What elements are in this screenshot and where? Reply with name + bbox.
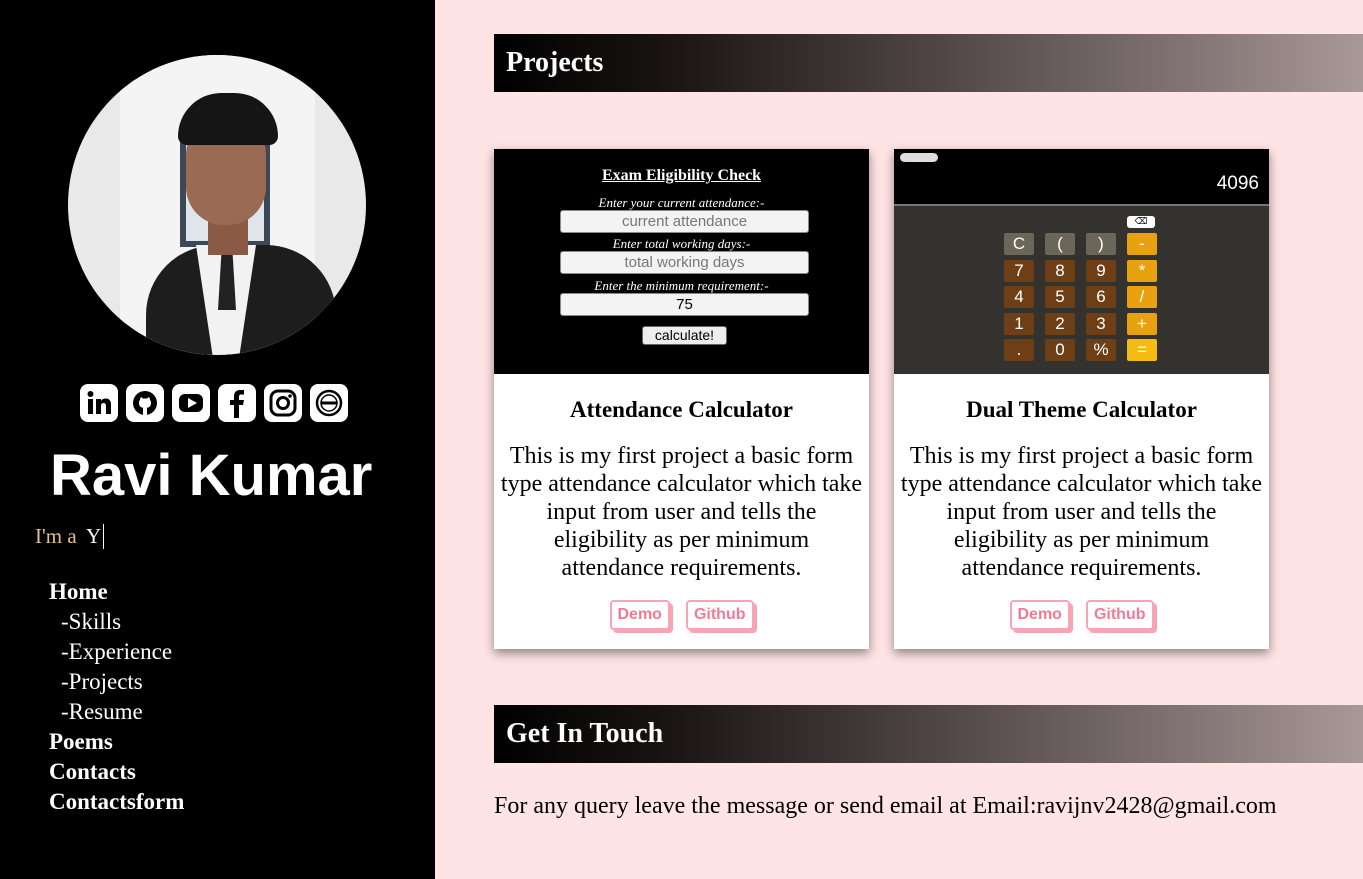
nav-item-skills[interactable]: -Skills	[49, 607, 184, 637]
calc-key: *	[1127, 259, 1157, 282]
project-actions: Demo Github	[494, 600, 869, 630]
calc-key: 2	[1045, 312, 1075, 335]
calc-key: C	[1004, 233, 1034, 255]
calc-key: /	[1127, 286, 1157, 308]
nav-item-poems[interactable]: Poems	[49, 727, 184, 757]
calc-key: 4	[1004, 286, 1034, 308]
calc-key: 3	[1086, 312, 1116, 335]
calc-display: 4096	[894, 149, 1269, 206]
calc-key: =	[1127, 339, 1157, 361]
thumb-field: total working days	[560, 251, 809, 274]
thumb-label: Enter the minimum requirement:-	[594, 278, 769, 293]
calc-key: +	[1127, 312, 1157, 335]
thumb-label: Enter your current attendance:-	[598, 195, 765, 210]
theme-toggle-icon	[900, 153, 938, 162]
project-card-calculator: 4096 ⌫ C () - 7 8 9 * 4 5 6 / 1 2 3 +. 0% = Dual Theme C…	[894, 149, 1269, 649]
project-card-attendance: Exam Eligibility Check Enter your curren…	[494, 149, 869, 649]
github-button[interactable]: Github	[1085, 600, 1154, 630]
nav-item-home[interactable]: Home	[49, 577, 184, 607]
tagline-prefix: I'm a	[35, 524, 77, 548]
calc-key: )	[1086, 233, 1116, 255]
demo-button[interactable]: Demo	[1009, 600, 1070, 630]
projects-heading: Projects	[494, 34, 1363, 92]
thumb-field: 75	[560, 293, 809, 316]
contact-text: For any query leave the message or send …	[494, 793, 1277, 819]
thumb-field: current attendance	[560, 210, 809, 233]
calc-key: -	[1127, 233, 1157, 255]
project-title: Attendance Calculator	[570, 397, 793, 422]
calc-key: .	[1004, 339, 1034, 361]
calc-key: 0	[1045, 339, 1075, 361]
thumb-title: Exam Eligibility Check	[601, 167, 762, 184]
project-title: Dual Theme Calculator	[966, 397, 1197, 422]
calc-key: 7	[1004, 259, 1034, 282]
contact-heading: Get In Touch	[494, 705, 1363, 763]
calc-key: 1	[1004, 312, 1034, 335]
thumb-calculate-button: calculate!	[642, 326, 727, 345]
calc-key: 8	[1045, 259, 1075, 282]
calc-key: 6	[1086, 286, 1116, 308]
calc-key: 9	[1086, 259, 1116, 282]
facebook-icon[interactable]	[218, 384, 256, 422]
sidebar: Ravi Kumar I'm a Y Home -Skills -Experie…	[0, 0, 435, 879]
project-actions: Demo Github	[894, 600, 1269, 630]
project-description: This is my first project a basic form ty…	[500, 443, 863, 581]
nav-item-contacts[interactable]: Contacts	[49, 757, 184, 787]
typing-tagline: I'm a Y	[35, 524, 105, 549]
sidebar-nav: Home -Skills -Experience -Projects -Resu…	[49, 577, 184, 817]
instagram-icon[interactable]	[264, 384, 302, 422]
linkedin-icon[interactable]	[80, 384, 118, 422]
flowcode-icon[interactable]	[310, 384, 348, 422]
nav-item-contactsform[interactable]: Contactsform	[49, 787, 184, 817]
github-button[interactable]: Github	[685, 600, 754, 630]
youtube-icon[interactable]	[172, 384, 210, 422]
backspace-icon: ⌫	[1127, 216, 1155, 228]
project-thumbnail: 4096 ⌫ C () - 7 8 9 * 4 5 6 / 1 2 3 +. 0% =	[894, 149, 1269, 374]
profile-name: Ravi Kumar	[50, 443, 373, 508]
social-links	[80, 384, 348, 422]
tagline-typed-text: Y	[86, 524, 105, 549]
calc-key: 5	[1045, 286, 1075, 308]
calc-key: (	[1045, 233, 1075, 255]
project-thumbnail: Exam Eligibility Check Enter your curren…	[494, 149, 869, 374]
nav-item-experience[interactable]: -Experience	[49, 637, 184, 667]
nav-item-projects[interactable]: -Projects	[49, 667, 184, 697]
project-description: This is my first project a basic form ty…	[900, 443, 1263, 581]
calc-key: %	[1086, 339, 1116, 361]
calc-display-value: 4096	[1216, 173, 1259, 194]
nav-item-resume[interactable]: -Resume	[49, 697, 184, 727]
thumb-label: Enter total working days:-	[612, 236, 751, 251]
github-icon[interactable]	[126, 384, 164, 422]
profile-photo	[68, 55, 366, 355]
calc-keypad: C () - 7 8 9 * 4 5 6 / 1 2 3 +. 0% =	[1004, 233, 1157, 361]
demo-button[interactable]: Demo	[609, 600, 670, 630]
